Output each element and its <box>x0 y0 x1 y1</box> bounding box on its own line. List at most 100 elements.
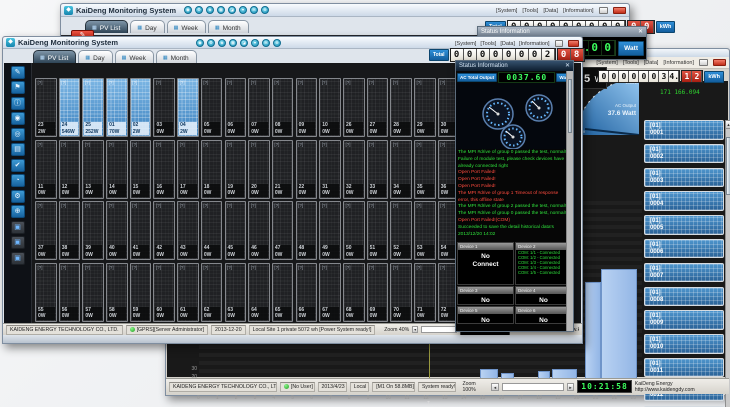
scroll-up-arrow[interactable]: ▲ <box>726 121 730 129</box>
toolbar-icon[interactable]: ▾ <box>239 6 247 14</box>
menu-item[interactable]: [Information] <box>663 60 694 66</box>
pv-panel-tile[interactable]: [?] 580W <box>106 263 128 322</box>
pv-panel-tile[interactable]: [?] 500W <box>343 201 365 260</box>
toolbar-icon[interactable]: ✉ <box>262 39 270 47</box>
toolbar-icon[interactable]: ◉ <box>184 6 192 14</box>
pv-panel-tile[interactable]: [?] 290W <box>414 78 436 137</box>
toolbar-icon[interactable]: ⊕ <box>261 6 269 14</box>
device-group-box[interactable]: Device 2 COM: 1/1 - ConnectedCOM: 1/2 - … <box>515 242 572 285</box>
device-list-item[interactable]: [01]0002 <box>644 144 724 164</box>
pv-panel-tile[interactable]: [?] 110W <box>35 140 57 199</box>
menu-item[interactable]: [Information] <box>519 41 550 47</box>
pv-panel-tile[interactable]: [?] 022W <box>130 78 152 137</box>
device-group-box[interactable]: Device 5 No Connect <box>457 306 514 325</box>
pv-panel-tile[interactable]: [?] 520W <box>390 201 412 260</box>
pv-panel-tile[interactable]: [?] 270W <box>367 78 389 137</box>
scrollbar-thumb[interactable] <box>568 79 572 133</box>
pv-panel-tile[interactable]: [?] 0170W <box>106 78 128 137</box>
pv-panel-tile[interactable]: [?] 050W <box>201 78 223 137</box>
sidebar-button[interactable]: ⚑ <box>11 81 25 94</box>
menu-item[interactable]: [Data] <box>644 60 659 66</box>
zoom-dropdown-arrow[interactable]: ▾ <box>412 326 418 333</box>
pv-panel-tile[interactable]: [?] 400W <box>106 201 128 260</box>
close-button[interactable] <box>568 40 579 47</box>
minimize-button[interactable] <box>699 59 708 66</box>
device-list-item[interactable]: [01]0004 <box>644 191 724 211</box>
menu-item[interactable]: [Information] <box>563 8 594 14</box>
menu-item[interactable]: [Tools] <box>623 60 639 66</box>
pv-panel-tile[interactable]: [?] 630W <box>225 263 247 322</box>
sidebar-button[interactable]: ▣ <box>11 221 25 234</box>
device-group-box[interactable]: Device 4 No Connect <box>515 286 572 304</box>
close-icon[interactable]: ✕ <box>565 61 570 71</box>
pv-panel-tile[interactable]: [?] 232W <box>35 78 57 137</box>
pv-panel-tile[interactable]: [?] 530W <box>414 201 436 260</box>
pv-panel-tile[interactable]: [?] 030W <box>153 78 175 137</box>
menu-item[interactable]: [Tools] <box>522 8 538 14</box>
pv-panel-tile[interactable]: [?] 510W <box>367 201 389 260</box>
sidebar-button[interactable]: ◔ <box>11 174 25 187</box>
pv-panel-tile[interactable]: [?] 490W <box>319 201 341 260</box>
close-button[interactable] <box>613 7 626 14</box>
toolbar-icon[interactable]: ▦ <box>229 39 237 47</box>
pv-panel-tile[interactable]: [?] 150W <box>130 140 152 199</box>
device-list-item[interactable]: [01]0010 <box>644 334 724 354</box>
pv-panel-tile[interactable]: [?] 590W <box>130 263 152 322</box>
pv-panel-tile[interactable]: [?] 350W <box>414 140 436 199</box>
pv-panel-tile[interactable]: [?] 060W <box>225 78 247 137</box>
toolbar-icon[interactable]: ◈ <box>218 39 226 47</box>
pv-panel-tile[interactable]: [?] 390W <box>82 201 104 260</box>
pv-panel-tile[interactable]: [?] 420W <box>153 201 175 260</box>
pv-panel-tile[interactable]: [?] 410W <box>130 201 152 260</box>
pv-panel-tile[interactable]: [?] 260W <box>343 78 365 137</box>
zoom-slider[interactable] <box>421 326 457 333</box>
tab[interactable]: ▦Month <box>208 20 249 33</box>
pv-panel-tile[interactable]: [?] 170W <box>177 140 199 199</box>
sidebar-button[interactable]: ✎ <box>11 66 25 79</box>
pv-panel-tile[interactable]: [?] 610W <box>177 263 199 322</box>
pv-panel-tile[interactable]: [?] 25252W <box>82 78 104 137</box>
toolbar-icon[interactable]: ◪ <box>228 6 236 14</box>
sidebar-button[interactable]: ⓘ <box>11 97 25 110</box>
pv-panel-tile[interactable]: [?] 560W <box>59 263 81 322</box>
pv-panel-tile[interactable]: [?] 710W <box>414 263 436 322</box>
tab[interactable]: ▦Week <box>167 20 206 33</box>
menu-item[interactable]: [System] <box>496 8 517 14</box>
pv-panel-tile[interactable]: [?] 480W <box>296 201 318 260</box>
pv-panel-tile[interactable]: [?] 180W <box>201 140 223 199</box>
pv-panel-tile[interactable]: [?] 640W <box>248 263 270 322</box>
pv-panel-tile[interactable]: [?] 430W <box>177 201 199 260</box>
device-list-item[interactable]: [01]0001 <box>644 120 724 140</box>
device-list-item[interactable]: [01]0008 <box>644 287 724 307</box>
toolbar-icon[interactable]: ⊕ <box>273 39 281 47</box>
pv-panel-tile[interactable]: [?] 340W <box>390 140 412 199</box>
pv-panel-tile[interactable]: [?] 310W <box>319 140 341 199</box>
pv-panel-tile[interactable]: [?] 042W <box>177 78 199 137</box>
pv-panel-tile[interactable]: [?] 700W <box>390 263 412 322</box>
toolbar-icon[interactable]: ▦ <box>217 6 225 14</box>
pv-panel-tile[interactable]: [?] 200W <box>248 140 270 199</box>
tab[interactable]: ▦Day <box>130 20 164 33</box>
pv-panel-tile[interactable]: [?] 650W <box>272 263 294 322</box>
pv-panel-tile[interactable]: [?] 130W <box>82 140 104 199</box>
toolbar-icon[interactable]: ◪ <box>240 39 248 47</box>
device-list-item[interactable]: [01]0007 <box>644 263 724 283</box>
device-group-box[interactable]: Device 6 No Connect <box>515 306 572 325</box>
menu-item[interactable]: [Data] <box>500 41 515 47</box>
sidebar-button[interactable]: ✔ <box>11 159 25 172</box>
pv-panel-tile[interactable]: [?] 210W <box>272 140 294 199</box>
tab[interactable]: ▦Week <box>115 50 154 63</box>
menu-item[interactable]: [System] <box>596 60 617 66</box>
scrollbar-thumb[interactable] <box>726 137 730 195</box>
device-list-item[interactable]: [01]0005 <box>644 215 724 235</box>
tab[interactable]: ▦Day <box>78 50 112 63</box>
pv-panel-tile[interactable]: [?] 280W <box>390 78 412 137</box>
device-group-box[interactable]: Device 1 No Connect <box>457 242 514 285</box>
pv-panel-tile[interactable]: [?] 370W <box>35 201 57 260</box>
toolbar-icon[interactable]: ▾ <box>251 39 259 47</box>
pv-panel-tile[interactable]: [?] 24546W <box>59 78 81 137</box>
close-button[interactable] <box>713 59 726 66</box>
panel-titlebar[interactable]: Status Information ✕ <box>456 61 573 71</box>
pv-panel-tile[interactable]: [?] 380W <box>59 201 81 260</box>
pv-panel-tile[interactable]: [?] 080W <box>272 78 294 137</box>
